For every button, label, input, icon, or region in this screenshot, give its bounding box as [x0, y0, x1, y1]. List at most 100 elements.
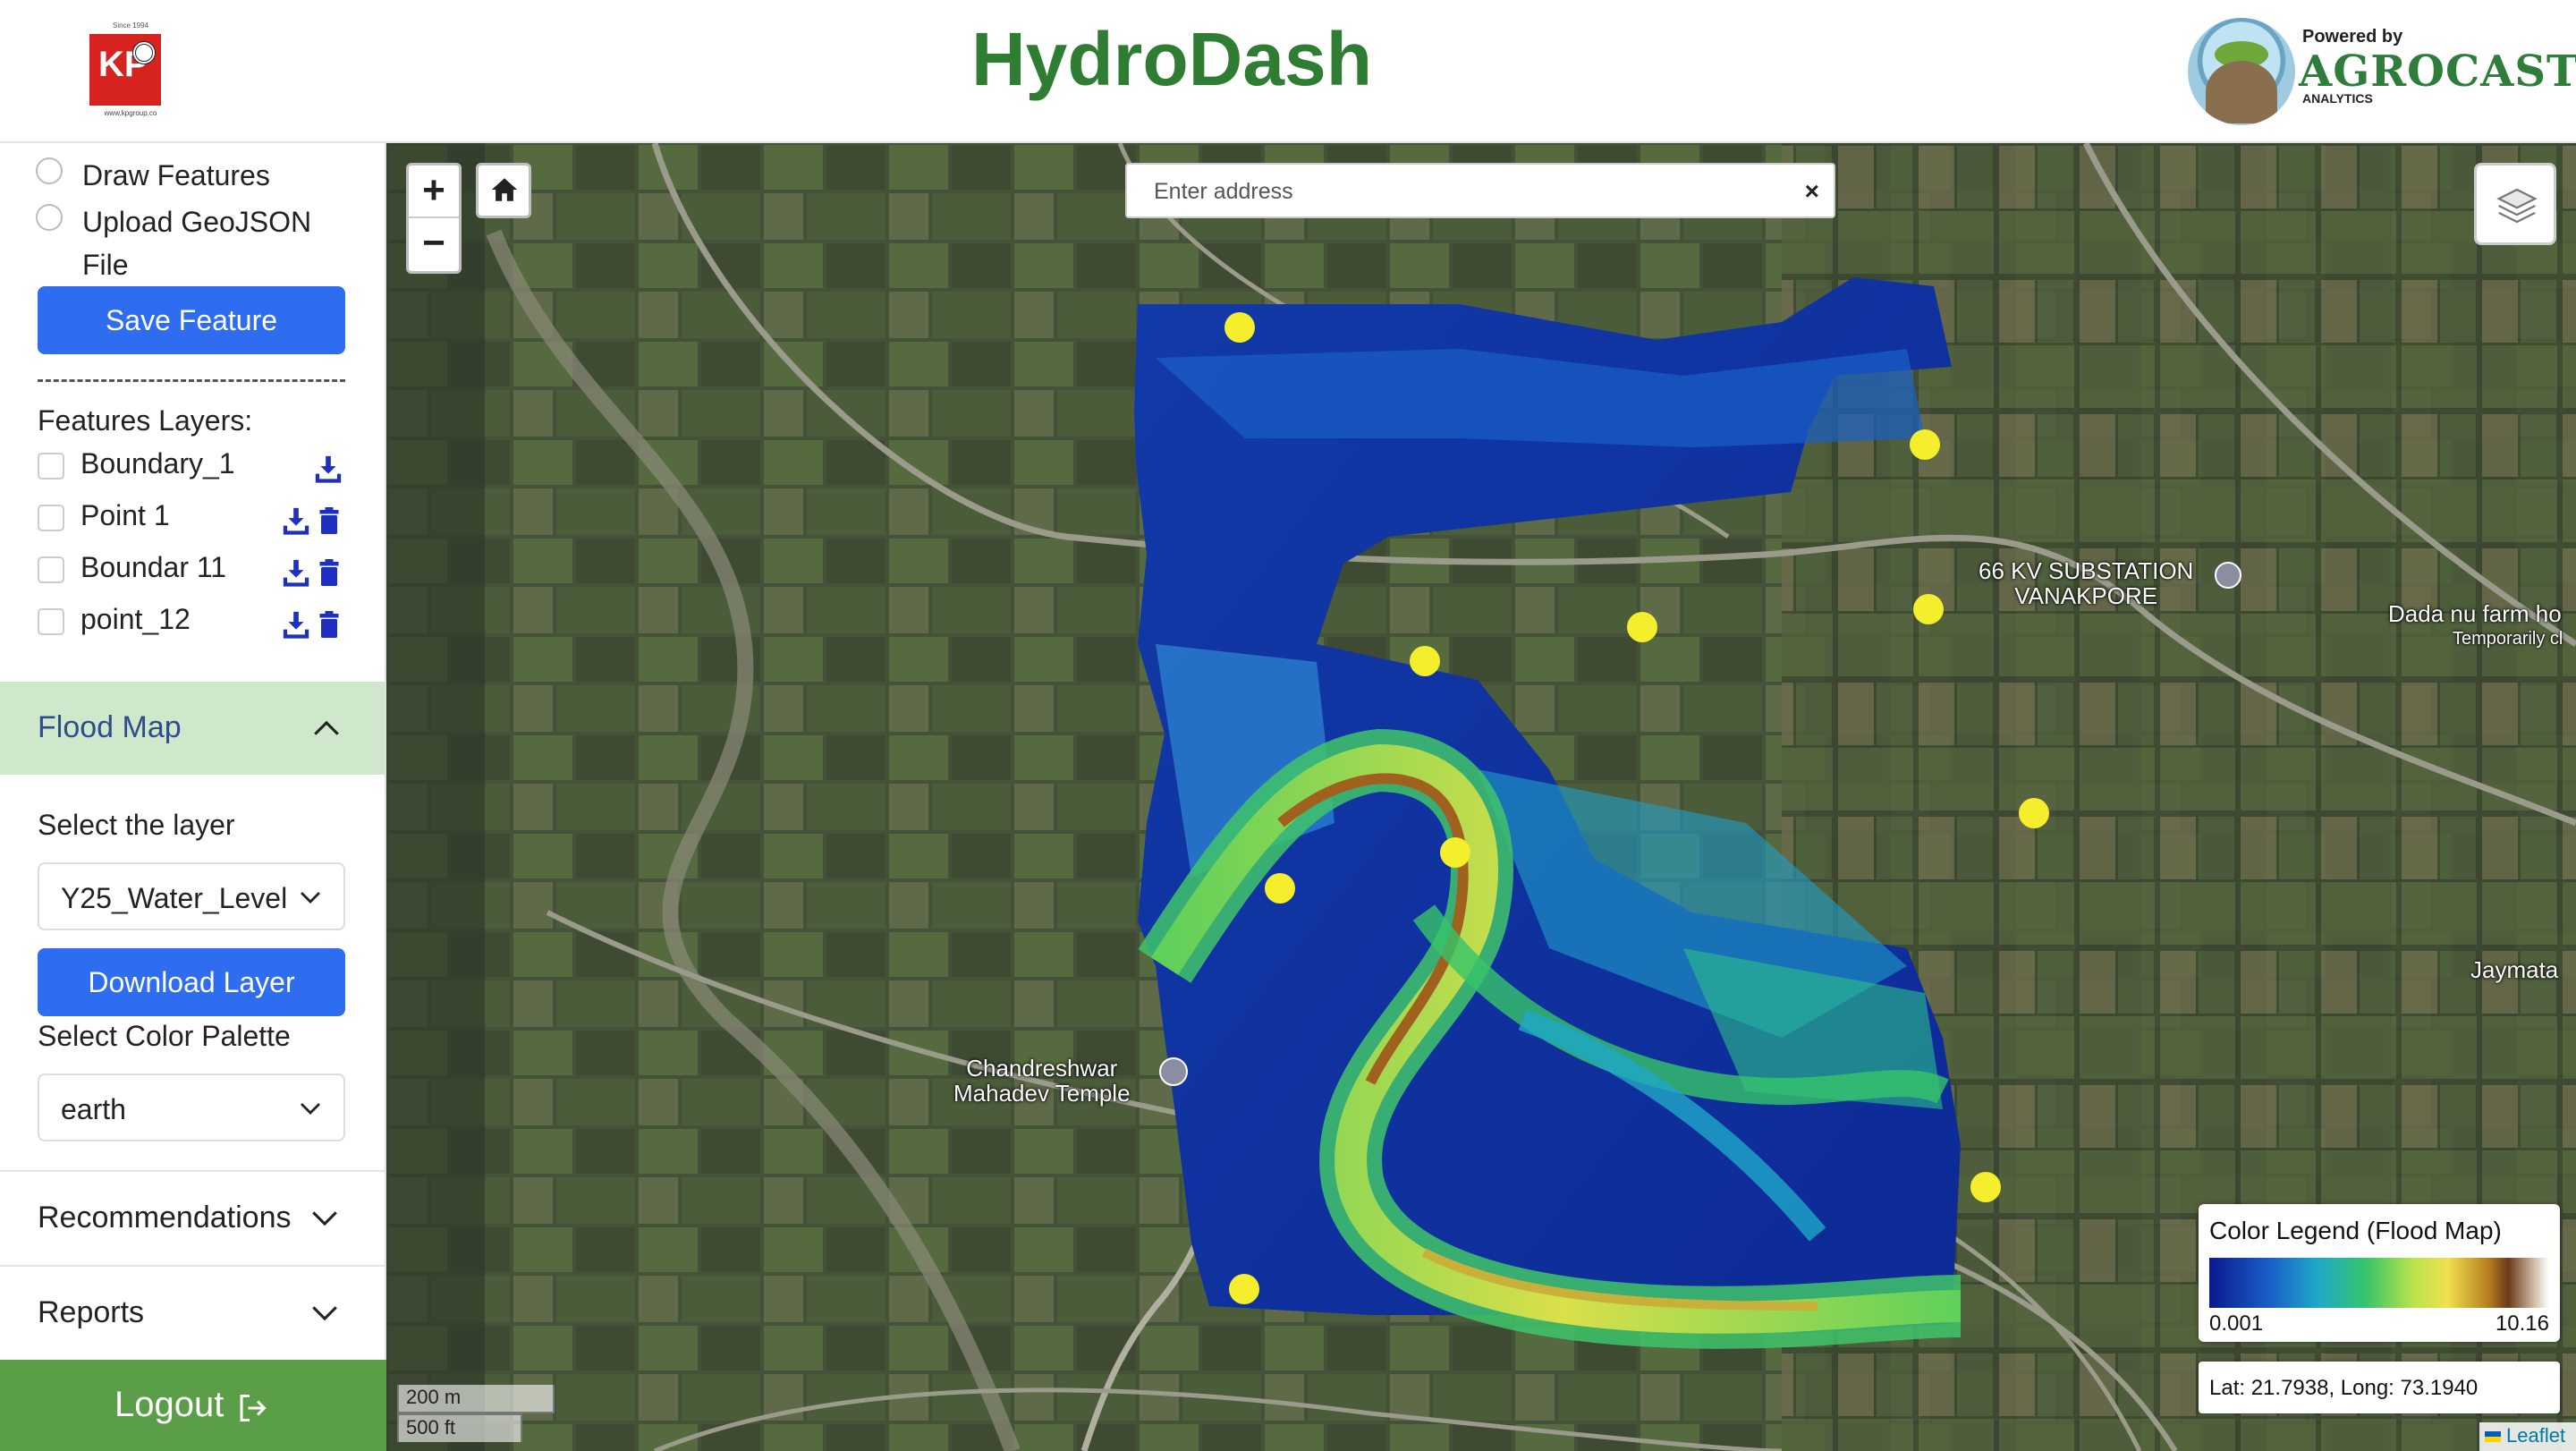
chevron-down-icon [297, 1095, 324, 1122]
kp-group-logo: Since 1994 KP www.kpgroup.co [86, 21, 175, 118]
feature-layer-checkbox[interactable] [38, 556, 64, 583]
leaflet-link[interactable]: Leaflet [2506, 1424, 2565, 1447]
agrocast-logo: Powered by AGROCAST ANALYTICS [2184, 16, 2576, 127]
download-icon[interactable] [313, 453, 343, 485]
feature-layer-checkbox[interactable] [38, 608, 64, 635]
agrocast-sub: ANALYTICS [2302, 91, 2373, 106]
farm-status-label: Temporarily cl [2453, 629, 2563, 649]
feature-layer-row: Boundary_1 [38, 445, 351, 488]
reports-title: Reports [38, 1295, 145, 1329]
temple-icon [1159, 1057, 1188, 1086]
agrocast-emblem-icon [2188, 18, 2295, 125]
map-point-marker[interactable] [1224, 312, 1255, 343]
palette-select[interactable]: earth [38, 1073, 345, 1141]
map-point-marker[interactable] [1913, 594, 1944, 624]
legend-max: 10.16 [2495, 1311, 2549, 1336]
map-point-marker[interactable] [1627, 612, 1657, 642]
download-icon[interactable] [281, 608, 311, 641]
logout-label: Logout [114, 1385, 225, 1424]
layer-select[interactable]: Y25_Water_Level [38, 862, 345, 930]
map-point-marker[interactable] [1229, 1274, 1259, 1304]
map-point-marker[interactable] [1910, 429, 1940, 460]
scale-bar-imperial: 500 ft [397, 1413, 522, 1442]
draw-features-radio[interactable] [36, 157, 63, 184]
trash-icon[interactable] [318, 610, 340, 639]
feature-layer-label: Point 1 [80, 499, 170, 531]
chevron-down-icon [309, 1297, 340, 1328]
ukraine-flag-icon [2485, 1431, 2501, 1442]
landmark-icon [2215, 562, 2241, 589]
divider [38, 379, 345, 382]
app-header: Since 1994 KP www.kpgroup.co HydroDash P… [0, 0, 2576, 143]
download-icon[interactable] [281, 556, 311, 589]
flood-map-legend: Color Legend (Flood Map) 0.001 10.16 [2199, 1204, 2560, 1342]
chevron-up-icon [311, 714, 342, 744]
recommendations-accordion-header[interactable]: Recommendations [0, 1172, 385, 1265]
zoom-in-button[interactable]: + [409, 165, 459, 218]
scale-bar-metric: 200 m [397, 1385, 555, 1413]
upload-geojson-radio[interactable] [36, 204, 63, 231]
map-attribution[interactable]: Leaflet [2479, 1422, 2576, 1451]
kp-since-text: Since 1994 [112, 21, 149, 30]
page-title: HydroDash [970, 17, 1373, 101]
map-point-marker[interactable] [1440, 837, 1470, 868]
recommendations-title: Recommendations [38, 1201, 292, 1235]
legend-min: 0.001 [2209, 1311, 2264, 1336]
draw-features-option[interactable]: Draw Features [36, 154, 351, 197]
layer-select-value: Y25_Water_Level [61, 882, 288, 914]
upload-geojson-option[interactable]: Upload GeoJSON File [36, 200, 342, 286]
feature-layer-row: Boundar 11 [38, 549, 351, 592]
logout-button[interactable]: Logout [0, 1360, 386, 1451]
sidebar: Draw Features Upload GeoJSON File Save F… [0, 143, 386, 1451]
palette-select-value: earth [61, 1093, 126, 1125]
reports-accordion-header[interactable]: Reports [0, 1267, 385, 1360]
zoom-out-button[interactable]: − [409, 218, 459, 271]
layers-icon [2496, 188, 2538, 224]
feature-layer-label: Boundar 11 [80, 551, 227, 583]
clear-search-button[interactable]: × [1805, 177, 1819, 206]
temple-label: Chandreshwar Mahadev Temple [953, 1055, 1131, 1107]
layers-control-button[interactable] [2474, 163, 2556, 245]
feature-layer-label: point_12 [80, 603, 191, 635]
map-point-marker[interactable] [1970, 1172, 2001, 1202]
download-layer-button[interactable]: Download Layer [38, 948, 345, 1016]
chevron-down-icon [309, 1202, 340, 1233]
trash-icon[interactable] [318, 558, 340, 587]
powered-by-text: Powered by [2302, 27, 2403, 47]
map-point-marker[interactable] [1265, 873, 1295, 904]
home-icon [491, 178, 518, 201]
features-layers-title: Features Layers: [38, 404, 253, 437]
kp-url-text: www.kpgroup.co [104, 109, 157, 117]
village-label: Jaymata [2470, 956, 2559, 983]
download-icon[interactable] [281, 505, 311, 537]
feature-layer-checkbox[interactable] [38, 505, 64, 531]
cursor-coordinates: Lat: 21.7938, Long: 73.1940 [2199, 1362, 2560, 1413]
legend-title: Color Legend (Flood Map) [2209, 1217, 2502, 1244]
zoom-control: + − [406, 163, 462, 274]
feature-layer-row: point_12 [38, 601, 351, 644]
trash-icon[interactable] [318, 506, 340, 535]
agrocast-name: AGROCAST [2299, 47, 2576, 97]
map-point-marker[interactable] [1410, 646, 1440, 676]
home-button[interactable] [476, 163, 531, 218]
feature-layer-row: Point 1 [38, 497, 351, 540]
coordinates-text: Lat: 21.7938, Long: 73.1940 [2209, 1376, 2479, 1400]
save-feature-button[interactable]: Save Feature [38, 286, 345, 354]
upload-geojson-label: Upload GeoJSON File [82, 206, 312, 281]
select-palette-label: Select Color Palette [38, 1020, 291, 1052]
map-view[interactable]: 66 KV SUBSTATION VANAKPORE Chandreshwar … [386, 143, 2576, 1451]
feature-layer-checkbox[interactable] [38, 453, 64, 479]
legend-color-bar [2209, 1258, 2549, 1308]
logout-icon [234, 1392, 270, 1424]
draw-features-label: Draw Features [82, 159, 270, 191]
chevron-down-icon [297, 884, 324, 911]
substation-label: 66 KV SUBSTATION VANAKPORE [1979, 557, 2194, 609]
flood-map-title: Flood Map [38, 710, 182, 744]
map-point-marker[interactable] [2019, 798, 2049, 828]
address-search: × [1125, 163, 1835, 218]
flood-map-accordion-header[interactable]: Flood Map [0, 682, 385, 775]
farm-label: Dada nu farm ho [2388, 600, 2562, 627]
feature-layer-label: Boundary_1 [80, 447, 235, 479]
address-search-input[interactable] [1154, 175, 1780, 208]
select-layer-label: Select the layer [38, 809, 235, 841]
